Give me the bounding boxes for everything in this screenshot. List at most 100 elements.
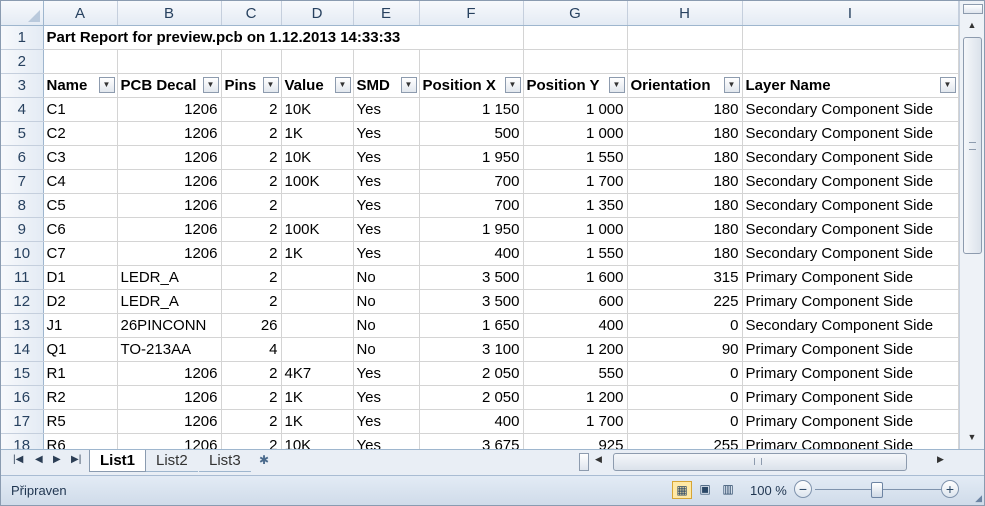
cell[interactable]: 1206: [117, 241, 222, 266]
cell[interactable]: 0: [627, 313, 743, 338]
cell[interactable]: [742, 25, 959, 50]
cell[interactable]: 700: [419, 193, 524, 218]
cell[interactable]: Yes: [353, 169, 420, 194]
cell[interactable]: 400: [419, 241, 524, 266]
cell[interactable]: R5: [43, 409, 118, 434]
filter-dropdown-icon[interactable]: ▼: [262, 77, 279, 93]
cell[interactable]: 700: [419, 169, 524, 194]
cell[interactable]: 1 950: [419, 217, 524, 242]
cell[interactable]: Yes: [353, 385, 420, 410]
cell[interactable]: 2: [221, 409, 282, 434]
cell[interactable]: 3 500: [419, 265, 524, 290]
header-cell[interactable]: Pins ▼: [221, 73, 282, 98]
cell[interactable]: Yes: [353, 97, 420, 122]
cell[interactable]: R6: [43, 433, 118, 449]
cell[interactable]: [523, 25, 628, 50]
cell[interactable]: 1206: [117, 409, 222, 434]
cell[interactable]: [281, 49, 354, 74]
scroll-up-icon[interactable]: ▲: [963, 17, 981, 33]
cell[interactable]: 1206: [117, 361, 222, 386]
cell[interactable]: [281, 313, 354, 338]
filter-dropdown-icon[interactable]: ▼: [98, 77, 115, 93]
cell[interactable]: Yes: [353, 145, 420, 170]
cell[interactable]: Yes: [353, 241, 420, 266]
cell[interactable]: 315: [627, 265, 743, 290]
cell[interactable]: Secondary Component Side: [742, 121, 959, 146]
cell[interactable]: 180: [627, 97, 743, 122]
sheet-tab-list2[interactable]: List2: [146, 450, 198, 472]
cell[interactable]: C3: [43, 145, 118, 170]
cell[interactable]: 3 500: [419, 289, 524, 314]
cell[interactable]: 3 100: [419, 337, 524, 362]
cell[interactable]: J1: [43, 313, 118, 338]
cell[interactable]: 500: [419, 121, 524, 146]
cell[interactable]: Primary Component Side: [742, 361, 959, 386]
header-cell[interactable]: Layer Name ▼: [742, 73, 959, 98]
cell[interactable]: 1 650: [419, 313, 524, 338]
cell[interactable]: 2: [221, 217, 282, 242]
cell[interactable]: 1206: [117, 169, 222, 194]
cell[interactable]: 2: [221, 145, 282, 170]
cell[interactable]: [281, 265, 354, 290]
row-header[interactable]: 4: [1, 97, 44, 122]
cell[interactable]: 1 350: [523, 193, 628, 218]
cell[interactable]: 1 150: [419, 97, 524, 122]
cell[interactable]: Secondary Component Side: [742, 217, 959, 242]
row-header[interactable]: 14: [1, 337, 44, 362]
cell[interactable]: 1 550: [523, 145, 628, 170]
header-cell[interactable]: Value ▼: [281, 73, 354, 98]
cell[interactable]: 1 200: [523, 385, 628, 410]
cell[interactable]: 925: [523, 433, 628, 449]
cell[interactable]: TO-213AA: [117, 337, 222, 362]
split-handle[interactable]: [579, 453, 589, 471]
cell[interactable]: 100K: [281, 169, 354, 194]
column-header[interactable]: H: [627, 1, 743, 26]
cell[interactable]: C5: [43, 193, 118, 218]
minus-icon[interactable]: −: [794, 480, 812, 498]
cell[interactable]: 180: [627, 145, 743, 170]
cell[interactable]: 550: [523, 361, 628, 386]
cell[interactable]: 2: [221, 265, 282, 290]
insert-sheet-icon[interactable]: ✱: [259, 453, 275, 467]
row-header[interactable]: 6: [1, 145, 44, 170]
cell[interactable]: 600: [523, 289, 628, 314]
cell[interactable]: LEDR_A: [117, 289, 222, 314]
cell[interactable]: R2: [43, 385, 118, 410]
horizontal-scroll-thumb[interactable]: [613, 453, 907, 471]
cell[interactable]: 26: [221, 313, 282, 338]
scroll-down-icon[interactable]: ▼: [963, 429, 981, 445]
cell[interactable]: 255: [627, 433, 743, 449]
cell[interactable]: Primary Component Side: [742, 409, 959, 434]
row-header[interactable]: 11: [1, 265, 44, 290]
cell[interactable]: [281, 289, 354, 314]
column-header[interactable]: G: [523, 1, 628, 26]
cell[interactable]: Primary Component Side: [742, 385, 959, 410]
next-sheet-icon[interactable]: ▶: [53, 454, 61, 465]
cell[interactable]: Secondary Component Side: [742, 313, 959, 338]
row-header[interactable]: 9: [1, 217, 44, 242]
cell[interactable]: 1 000: [523, 217, 628, 242]
cell[interactable]: [742, 49, 959, 74]
zoom-slider-thumb[interactable]: [871, 482, 883, 498]
cell[interactable]: Yes: [353, 361, 420, 386]
cell[interactable]: Secondary Component Side: [742, 169, 959, 194]
cell[interactable]: 400: [523, 313, 628, 338]
plus-icon[interactable]: +: [941, 480, 959, 498]
row-header[interactable]: 8: [1, 193, 44, 218]
cell[interactable]: [117, 49, 222, 74]
header-cell[interactable]: PCB Decal ▼: [117, 73, 222, 98]
cell[interactable]: D2: [43, 289, 118, 314]
cell[interactable]: 1 700: [523, 409, 628, 434]
cell[interactable]: 1206: [117, 145, 222, 170]
sheet-tab-list1[interactable]: List1: [89, 450, 147, 472]
cell[interactable]: No: [353, 337, 420, 362]
cell[interactable]: C1: [43, 97, 118, 122]
cell[interactable]: [281, 337, 354, 362]
vertical-scroll-thumb[interactable]: [963, 37, 982, 254]
cell[interactable]: 2: [221, 433, 282, 449]
resize-grip-icon[interactable]: ◢: [975, 493, 982, 504]
row-header[interactable]: 5: [1, 121, 44, 146]
cell[interactable]: Yes: [353, 217, 420, 242]
cell[interactable]: 1K: [281, 385, 354, 410]
cell[interactable]: Yes: [353, 121, 420, 146]
